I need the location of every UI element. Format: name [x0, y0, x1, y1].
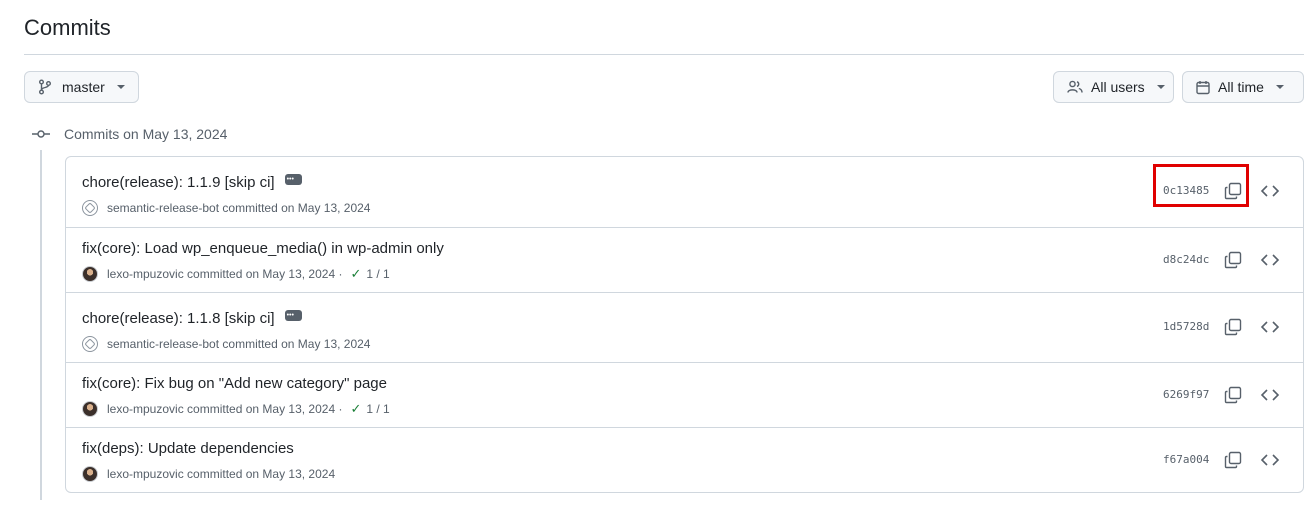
commit-row: chore(release): 1.1.8 [skip ci] semantic… [66, 292, 1303, 362]
users-filter-label: All users [1091, 79, 1145, 95]
code-icon[interactable] [1260, 251, 1280, 274]
copy-icon[interactable] [1224, 386, 1242, 409]
copy-icon[interactable] [1224, 251, 1242, 274]
commit-author[interactable]: lexo-mpuzovic [107, 467, 184, 481]
commit-message-link[interactable]: fix(core): Fix bug on "Add new category"… [82, 375, 387, 392]
checks-count[interactable]: 1 / 1 [366, 402, 389, 416]
commit-row: chore(release): 1.1.9 [skip ci] semantic… [66, 157, 1303, 227]
chevron-down-icon [116, 85, 125, 89]
git-commit-icon [32, 127, 50, 146]
commit-message-link[interactable]: fix(core): Load wp_enqueue_media() in wp… [82, 240, 444, 257]
highlight-box [1153, 164, 1249, 207]
branch-selector-button[interactable]: master [24, 71, 139, 103]
commit-date: committed on May 13, 2024 [222, 201, 371, 215]
commit-row: fix(core): Load wp_enqueue_media() in wp… [66, 227, 1303, 292]
avatar[interactable] [82, 266, 98, 282]
avatar[interactable] [82, 401, 98, 417]
commit-author[interactable]: semantic-release-bot [107, 337, 219, 351]
commit-author[interactable]: lexo-mpuzovic [107, 402, 184, 416]
commit-sha-link[interactable]: f67a004 [1163, 453, 1209, 466]
commit-sha-link[interactable]: d8c24dc [1163, 253, 1209, 266]
title-divider [24, 54, 1304, 55]
commit-author[interactable]: lexo-mpuzovic [107, 267, 184, 281]
commit-group-date: Commits on May 13, 2024 [64, 126, 228, 142]
commit-message-link[interactable]: chore(release): 1.1.9 [skip ci] [82, 174, 275, 191]
timeline-line [40, 150, 42, 500]
code-icon[interactable] [1260, 386, 1280, 409]
commit-row: fix(core): Fix bug on "Add new category"… [66, 362, 1303, 427]
commit-sha-link[interactable]: 1d5728d [1163, 320, 1209, 333]
checks-count[interactable]: 1 / 1 [366, 267, 389, 281]
commit-date: committed on May 13, 2024 [222, 337, 371, 351]
calendar-icon [1196, 80, 1210, 95]
code-icon[interactable] [1260, 318, 1280, 341]
code-icon[interactable] [1260, 451, 1280, 474]
copy-icon[interactable] [1224, 451, 1242, 474]
git-branch-icon [38, 79, 52, 95]
chevron-down-icon [1275, 85, 1284, 89]
check-icon[interactable]: ✓ [350, 266, 361, 282]
copy-icon[interactable] [1224, 318, 1242, 341]
page-title: Commits [24, 15, 111, 40]
code-icon[interactable] [1260, 182, 1280, 205]
commit-row: fix(deps): Update dependencies lexo-mpuz… [66, 427, 1303, 492]
people-icon [1067, 80, 1083, 94]
more-ellipsis-button[interactable] [284, 309, 302, 321]
users-filter-button[interactable]: All users [1053, 71, 1174, 103]
avatar[interactable] [82, 200, 98, 216]
commit-date: committed on May 13, 2024 [187, 402, 336, 416]
more-ellipsis-button[interactable] [284, 173, 302, 185]
avatar[interactable] [82, 336, 98, 352]
commit-date: committed on May 13, 2024 [187, 467, 336, 481]
commit-author[interactable]: semantic-release-bot [107, 201, 219, 215]
commit-list: chore(release): 1.1.9 [skip ci] semantic… [65, 156, 1304, 493]
commit-message-link[interactable]: chore(release): 1.1.8 [skip ci] [82, 310, 275, 327]
time-filter-button[interactable]: All time [1182, 71, 1304, 103]
avatar[interactable] [82, 466, 98, 482]
chevron-down-icon [1156, 85, 1165, 89]
commit-sha-link[interactable]: 6269f97 [1163, 388, 1209, 401]
time-filter-label: All time [1218, 79, 1264, 95]
commit-date: committed on May 13, 2024 [187, 267, 336, 281]
branch-label: master [62, 79, 105, 95]
check-icon[interactable]: ✓ [350, 401, 361, 417]
commit-message-link[interactable]: fix(deps): Update dependencies [82, 440, 294, 457]
